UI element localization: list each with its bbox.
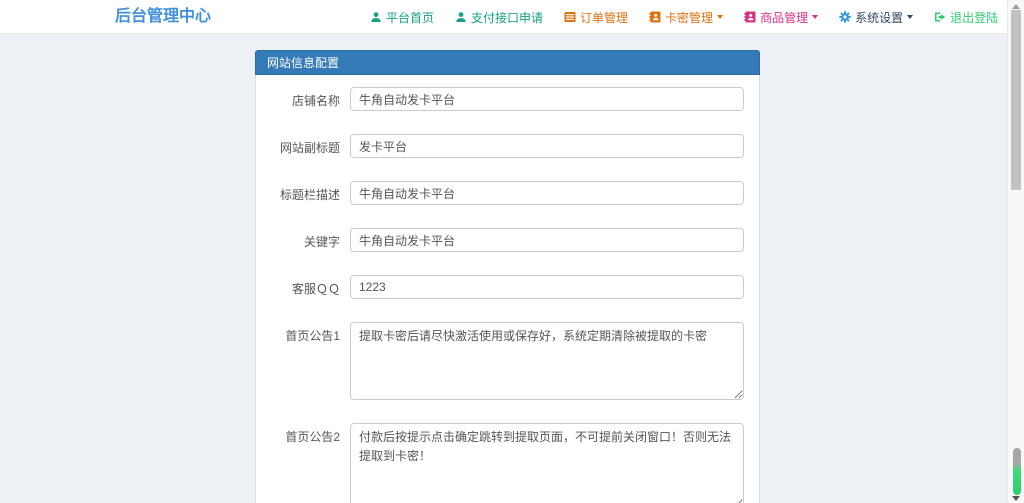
keywords-label: 关键字 bbox=[303, 235, 340, 249]
site-subtitle-field[interactable] bbox=[350, 134, 744, 158]
brand-title[interactable]: 后台管理中心 bbox=[115, 0, 211, 34]
scrollbar-up-arrow-icon[interactable] bbox=[1012, 4, 1020, 9]
scroll-progress-indicator[interactable] bbox=[1013, 448, 1021, 495]
gear-icon bbox=[839, 11, 851, 23]
home-notice2-textarea[interactable]: 付款后按提示点击确定跳转到提取页面，不可提前关闭窗口！否则无法提取到卡密！ bbox=[350, 423, 744, 503]
user-icon bbox=[455, 11, 467, 23]
site-subtitle-label: 网站副标题 bbox=[279, 141, 340, 155]
nav-menu: 平台首页 支付接口申请 订单管理 卡密管理 商品管理 系统设置 退出登陆 bbox=[370, 0, 998, 34]
scrollbar-down-arrow-icon[interactable] bbox=[1012, 496, 1020, 501]
service-qq-label: 客服ＱＱ bbox=[291, 282, 340, 296]
shop-name-label: 店铺名称 bbox=[291, 94, 340, 108]
nav-item-card-keys[interactable]: 卡密管理 bbox=[649, 9, 724, 26]
form-group-title-bar-desc: 标题栏描述 bbox=[271, 181, 744, 205]
title-bar-desc-field[interactable] bbox=[350, 181, 744, 205]
nav-item-payment-api[interactable]: 支付接口申请 bbox=[455, 9, 543, 26]
panel-title: 网站信息配置 bbox=[255, 50, 760, 75]
form-group-keywords: 关键字 bbox=[271, 228, 744, 252]
form-group-home-notice2: 首页公告2 付款后按提示点击确定跳转到提取页面，不可提前关闭窗口！否则无法提取到… bbox=[271, 423, 744, 503]
nav-item-settings[interactable]: 系统设置 bbox=[839, 9, 914, 26]
site-config-panel: 网站信息配置 店铺名称 网站副标题 标题栏描述 关键字 客服ＱＱ 首页公告1 提… bbox=[255, 50, 760, 503]
address-book-icon bbox=[649, 11, 661, 23]
nav-item-products[interactable]: 商品管理 bbox=[744, 9, 819, 26]
home-notice1-label: 首页公告1 bbox=[285, 329, 340, 343]
form-group-home-notice1: 首页公告1 提取卡密后请尽快激活使用或保存好，系统定期清除被提取的卡密 bbox=[271, 322, 744, 400]
chevron-down-icon bbox=[907, 15, 914, 19]
site-config-form: 店铺名称 网站副标题 标题栏描述 关键字 客服ＱＱ 首页公告1 提取卡密后请尽快… bbox=[255, 75, 760, 503]
home-notice1-textarea[interactable]: 提取卡密后请尽快激活使用或保存好，系统定期清除被提取的卡密 bbox=[350, 322, 744, 400]
nav-item-label: 退出登陆 bbox=[950, 10, 999, 25]
nav-item-label: 商品管理 bbox=[760, 10, 809, 25]
nav-item-label: 系统设置 bbox=[855, 10, 904, 25]
nav-item-label: 卡密管理 bbox=[665, 10, 714, 25]
form-group-service-qq: 客服ＱＱ bbox=[271, 275, 744, 299]
address-book-icon bbox=[744, 11, 756, 23]
keywords-field[interactable] bbox=[350, 228, 744, 252]
shop-name-field[interactable] bbox=[350, 87, 744, 111]
home-notice2-label: 首页公告2 bbox=[285, 430, 340, 444]
chevron-down-icon bbox=[717, 15, 724, 19]
nav-item-label: 平台首页 bbox=[386, 10, 435, 25]
form-group-site-subtitle: 网站副标题 bbox=[271, 134, 744, 158]
sign-out-icon bbox=[934, 11, 946, 23]
user-icon bbox=[370, 11, 382, 23]
form-group-shop-name: 店铺名称 bbox=[271, 87, 744, 111]
scrollbar-thumb[interactable] bbox=[1011, 10, 1021, 190]
nav-item-logout[interactable]: 退出登陆 bbox=[934, 9, 998, 26]
nav-item-orders[interactable]: 订单管理 bbox=[564, 9, 628, 26]
chevron-down-icon bbox=[812, 15, 819, 19]
list-icon bbox=[564, 11, 576, 23]
title-bar-desc-label: 标题栏描述 bbox=[279, 188, 340, 202]
nav-item-home[interactable]: 平台首页 bbox=[370, 9, 434, 26]
nav-item-label: 支付接口申请 bbox=[471, 10, 544, 25]
top-navbar: 后台管理中心 平台首页 支付接口申请 订单管理 卡密管理 商品管理 系统设置 退… bbox=[0, 0, 1024, 34]
nav-item-label: 订单管理 bbox=[580, 10, 629, 25]
vertical-scrollbar[interactable] bbox=[1007, 0, 1024, 503]
service-qq-field[interactable] bbox=[350, 275, 744, 299]
